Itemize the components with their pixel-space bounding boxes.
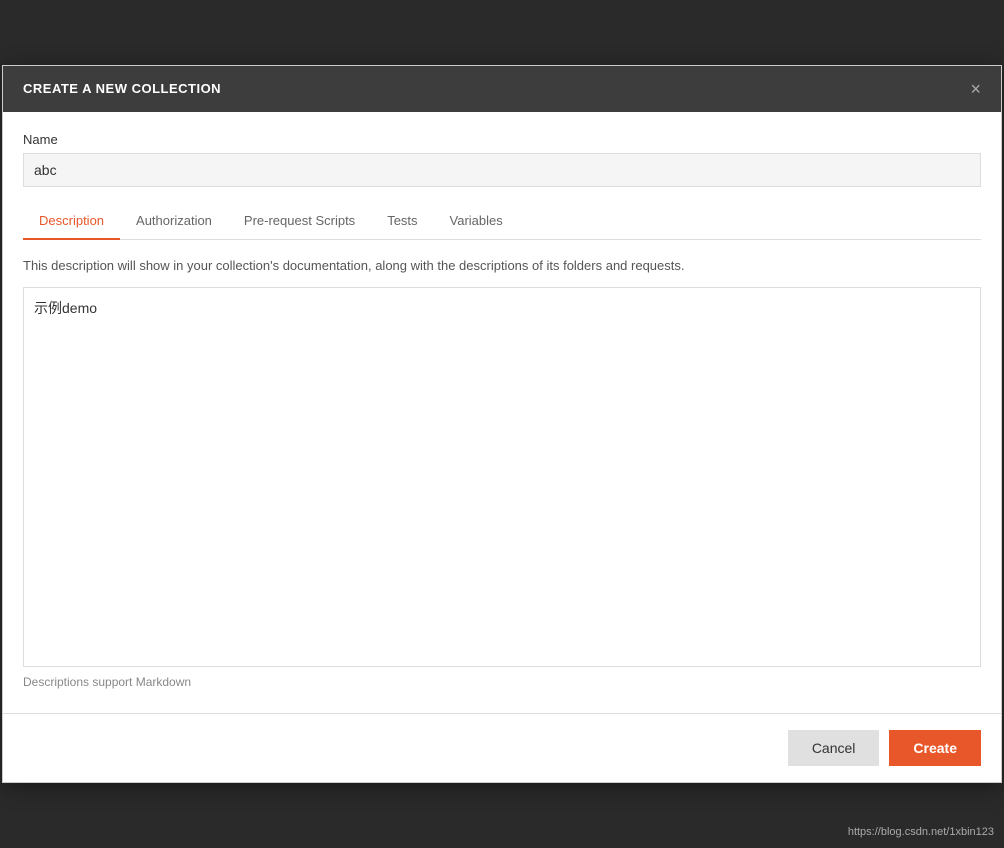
modal-body: Name Description Authorization Pre-reque… (3, 112, 1001, 714)
cancel-button[interactable]: Cancel (788, 730, 880, 766)
markdown-hint: Descriptions support Markdown (23, 667, 981, 697)
tab-authorization[interactable]: Authorization (120, 203, 228, 240)
modal-dialog: CREATE A NEW COLLECTION × Name Descripti… (2, 65, 1002, 784)
tab-content-description: This description will show in your colle… (23, 240, 981, 714)
close-button[interactable]: × (970, 80, 981, 98)
watermark: https://blog.csdn.net/1xbin123 (848, 826, 994, 838)
description-hint: This description will show in your colle… (23, 256, 981, 276)
modal-overlay: CREATE A NEW COLLECTION × Name Descripti… (0, 0, 1004, 848)
name-input[interactable] (23, 153, 981, 187)
tab-tests[interactable]: Tests (371, 203, 433, 240)
modal-header: CREATE A NEW COLLECTION × (3, 66, 1001, 112)
tabs-container: Description Authorization Pre-request Sc… (23, 203, 981, 240)
tab-pre-request-scripts[interactable]: Pre-request Scripts (228, 203, 371, 240)
description-textarea[interactable]: 示例demo (23, 287, 981, 667)
create-button[interactable]: Create (889, 730, 981, 766)
modal-footer: Cancel Create (3, 713, 1001, 782)
name-label: Name (23, 132, 981, 147)
tab-description[interactable]: Description (23, 203, 120, 240)
tab-variables[interactable]: Variables (434, 203, 519, 240)
modal-title: CREATE A NEW COLLECTION (23, 81, 221, 96)
